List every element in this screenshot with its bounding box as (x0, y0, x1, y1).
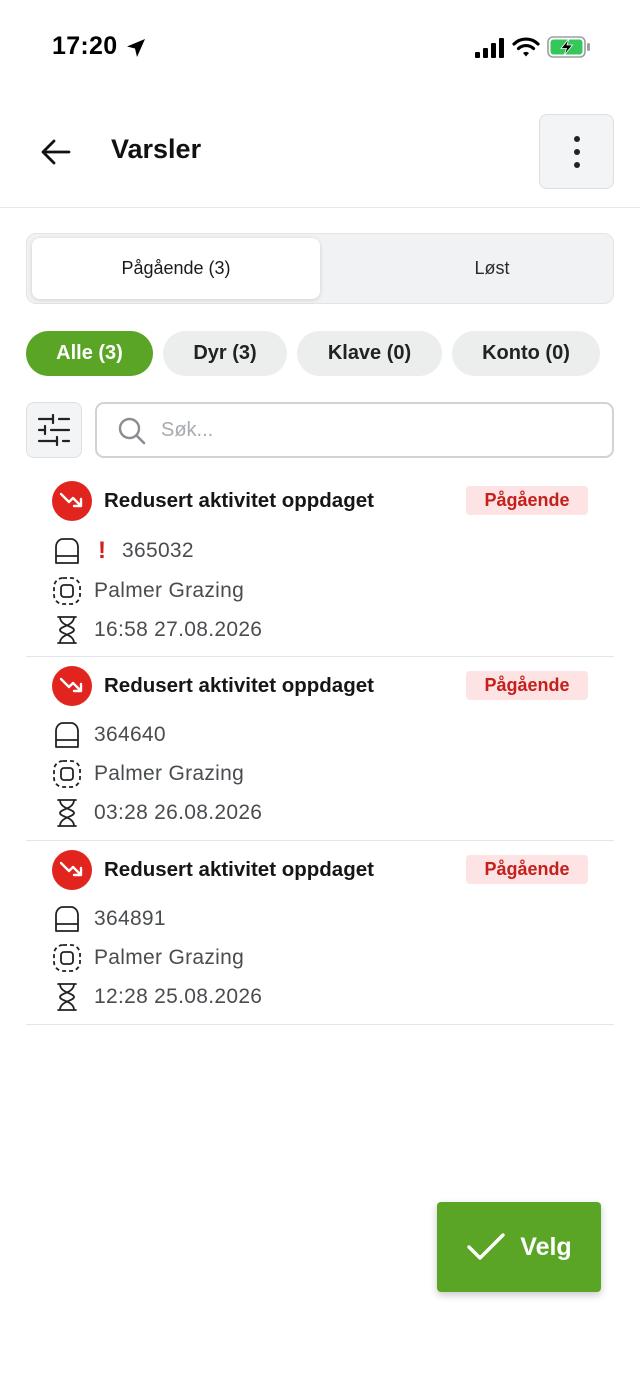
signal-icon (475, 38, 504, 58)
area-icon (53, 577, 81, 605)
farm-row: Palmer Grazing (52, 576, 244, 606)
alert-item[interactable]: Redusert aktivitet oppdaget Pågående ! 3… (26, 472, 614, 657)
chip-account[interactable]: Konto (0) (452, 331, 600, 376)
collar-row: 364891 (52, 904, 166, 934)
collar-id: 365032 (122, 539, 194, 562)
time-row: 12:28 25.08.2026 (52, 982, 262, 1012)
farm-name: Palmer Grazing (94, 579, 245, 602)
page-title: Varsler (111, 134, 202, 164)
tab-ongoing[interactable]: Pågående (3) (32, 238, 320, 299)
chip-all[interactable]: Alle (3) (26, 331, 153, 376)
status-time: 17:20 (52, 32, 118, 60)
checkmark-icon (467, 1233, 505, 1260)
tab-resolved[interactable]: Løst (348, 238, 636, 299)
collar-icon (55, 538, 79, 564)
collar-row: 364640 (52, 720, 166, 750)
app-header: Varsler (0, 96, 640, 208)
alert-list: Redusert aktivitet oppdaget Pågående ! 3… (26, 472, 614, 1025)
warning-mark: ! (98, 537, 106, 564)
hourglass-icon (57, 983, 77, 1011)
filter-sliders-icon (37, 414, 71, 446)
alert-timestamp: 12:28 25.08.2026 (94, 985, 263, 1008)
wifi-icon (512, 37, 540, 57)
alert-timestamp: 16:58 27.08.2026 (94, 618, 263, 641)
hourglass-icon (57, 799, 77, 827)
trend-down-icon (52, 850, 92, 890)
search-field[interactable] (95, 402, 614, 458)
farm-name: Palmer Grazing (94, 762, 245, 785)
battery-charging-icon (547, 36, 590, 58)
chip-collar[interactable]: Klave (0) (297, 331, 442, 376)
area-icon (53, 760, 81, 788)
more-options-button[interactable] (539, 114, 614, 189)
farm-row: Palmer Grazing (52, 759, 244, 789)
back-arrow-icon (41, 139, 71, 165)
chip-animals[interactable]: Dyr (3) (163, 331, 287, 376)
collar-icon (55, 906, 79, 932)
status-bar: 17:20 (0, 0, 640, 96)
hourglass-icon (57, 616, 77, 644)
farm-row: Palmer Grazing (52, 943, 244, 973)
alert-title: Redusert aktivitet oppdaget (104, 858, 374, 881)
filter-button[interactable] (26, 402, 82, 458)
back-button[interactable] (28, 124, 84, 180)
search-input[interactable] (161, 414, 591, 446)
trend-down-icon (52, 666, 92, 706)
status-badge: Pågående (466, 855, 588, 884)
status-badge: Pågående (466, 486, 588, 515)
farm-name: Palmer Grazing (94, 946, 245, 969)
location-arrow-icon (127, 39, 145, 57)
time-row: 03:28 26.08.2026 (52, 798, 262, 828)
status-segmented-control: Pågående (3) Løst (26, 233, 614, 304)
category-chips: Alle (3) Dyr (3) Klave (0) Konto (0) (26, 331, 626, 376)
time-row: 16:58 27.08.2026 (52, 615, 262, 645)
area-icon (53, 944, 81, 972)
alert-item[interactable]: Redusert aktivitet oppdaget Pågående 364… (26, 841, 614, 1025)
collar-id: 364640 (94, 723, 166, 746)
more-vertical-icon (573, 135, 580, 168)
select-button[interactable]: Velg (437, 1202, 601, 1292)
collar-icon (55, 722, 79, 748)
status-badge: Pågående (466, 671, 588, 700)
select-button-label: Velg (520, 1232, 572, 1261)
alert-item[interactable]: Redusert aktivitet oppdaget Pågående 364… (26, 657, 614, 841)
alert-timestamp: 03:28 26.08.2026 (94, 801, 263, 824)
trend-down-icon (52, 481, 92, 521)
alert-title: Redusert aktivitet oppdaget (104, 489, 374, 512)
alert-title: Redusert aktivitet oppdaget (104, 674, 374, 697)
collar-id: 364891 (94, 907, 166, 930)
collar-row: ! 365032 (52, 536, 194, 566)
search-icon (118, 417, 146, 445)
